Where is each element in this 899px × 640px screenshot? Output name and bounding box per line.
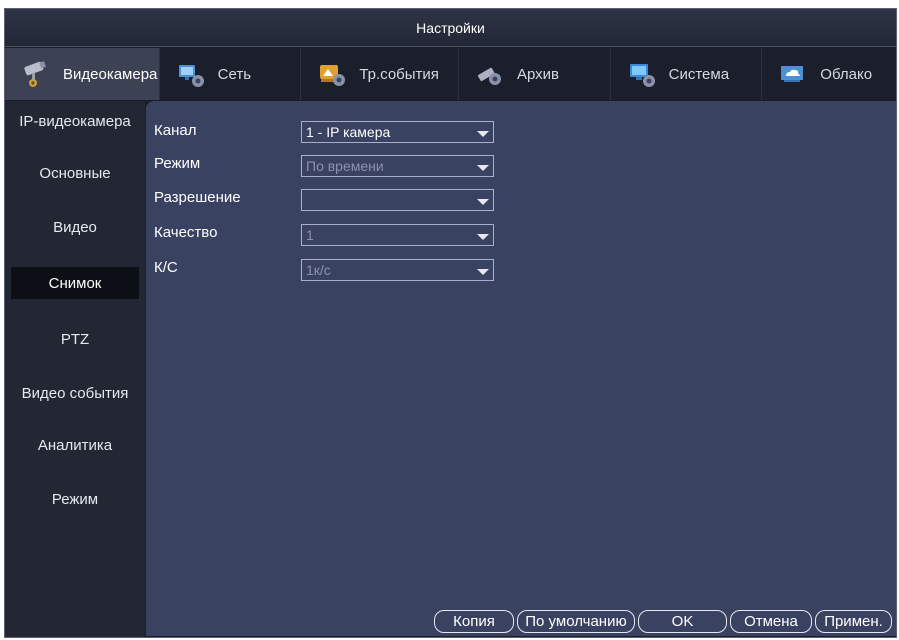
tab-camera-label: Видеокамера (63, 65, 158, 83)
sidebar-item-analytics[interactable]: Аналитика (5, 427, 145, 463)
fps-select[interactable]: 1к/с (301, 259, 494, 281)
sidebar: IP-видеокамера Основные Видео Снимок PTZ… (5, 101, 145, 637)
tab-alarm-events-label: Тр.события (359, 65, 439, 83)
chevron-down-icon (477, 199, 489, 205)
resolution-select[interactable] (301, 189, 494, 211)
channel-label: Канал (154, 122, 197, 139)
camera-icon (24, 61, 46, 87)
cancel-button[interactable]: Отмена (730, 610, 812, 633)
fps-label: К/С (154, 259, 178, 276)
tab-network[interactable]: Сеть (160, 48, 302, 100)
cloud-icon (781, 66, 804, 82)
quality-select[interactable]: 1 (301, 224, 494, 246)
title-bar: Настройки (5, 9, 896, 47)
tab-storage[interactable]: Архив (459, 48, 611, 100)
sidebar-item-label: Видео (53, 218, 97, 236)
sidebar-item-video-events[interactable]: Видео события (5, 375, 145, 411)
sidebar-item-general[interactable]: Основные (5, 155, 145, 191)
default-button[interactable]: По умолчанию (517, 610, 635, 633)
fps-value: 1к/с (306, 262, 331, 278)
apply-button[interactable]: Примен. (815, 610, 892, 633)
quality-label: Качество (154, 224, 218, 241)
chevron-down-icon (477, 234, 489, 240)
mode-select[interactable]: По времени (301, 155, 494, 177)
chevron-down-icon (477, 131, 489, 137)
sidebar-item-label: PTZ (60, 330, 90, 348)
sidebar-item-ptz[interactable]: PTZ (5, 321, 145, 357)
quality-value: 1 (306, 227, 314, 243)
channel-select[interactable]: 1 - IP камера (301, 121, 494, 143)
snapshot-settings-panel: Канал 1 - IP камера Режим По времени Раз… (146, 101, 896, 636)
tab-bar: Видеокамера Сеть Тр.события Архив Систем… (5, 48, 896, 100)
settings-window: Настройки Видеокамера Сеть Тр.события Ар… (4, 8, 897, 638)
tab-system[interactable]: Система (611, 48, 763, 100)
ok-button[interactable]: OK (638, 610, 727, 633)
tab-alarm-events[interactable]: Тр.события (301, 48, 459, 100)
system-icon (629, 64, 655, 87)
tab-system-label: Система (668, 65, 730, 83)
tab-cloud[interactable]: Облако (762, 48, 896, 100)
sidebar-item-label: IP-видеокамера (19, 112, 131, 130)
chevron-down-icon (477, 165, 489, 171)
sidebar-item-label: Режим (51, 490, 99, 508)
tab-storage-label: Архив (516, 65, 560, 83)
sidebar-item-video[interactable]: Видео (5, 209, 145, 245)
mode-label: Режим (154, 155, 201, 172)
tab-camera[interactable]: Видеокамера (5, 48, 160, 100)
sidebar-item-label: Видео события (21, 384, 129, 402)
storage-icon (477, 67, 501, 85)
copy-button[interactable]: Копия (434, 610, 514, 633)
network-icon (178, 65, 204, 87)
sidebar-item-ip-camera[interactable]: IP-видеокамера (5, 103, 145, 139)
window-title: Настройки (416, 19, 485, 36)
sidebar-item-mode[interactable]: Режим (5, 481, 145, 517)
alarm-events-icon (320, 65, 346, 86)
tab-network-label: Сеть (217, 65, 252, 83)
sidebar-item-label: Основные (39, 164, 111, 182)
tab-cloud-label: Облако (820, 65, 873, 83)
channel-value: 1 - IP камера (306, 124, 391, 140)
sidebar-item-label: Снимок (48, 274, 102, 292)
sidebar-item-label: Аналитика (37, 436, 113, 454)
chevron-down-icon (477, 269, 489, 275)
mode-value: По времени (306, 158, 384, 174)
resolution-label: Разрешение (154, 189, 241, 206)
sidebar-item-snapshot[interactable]: Снимок (11, 267, 139, 299)
